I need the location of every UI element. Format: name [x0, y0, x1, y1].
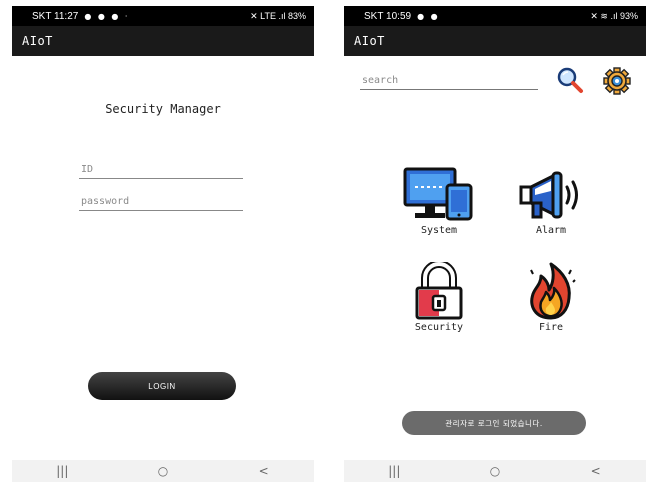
nav-bar: ||| ○ < — [12, 460, 314, 482]
login-content: Security Manager LOGIN — [12, 56, 314, 466]
search-button[interactable] — [556, 66, 584, 94]
app-bar: AIoT — [344, 26, 646, 56]
status-bar: SKT 10:59 ● ● ✕ ≋ .ıl 93% — [344, 6, 646, 26]
main-screen: SKT 10:59 ● ● ✕ ≋ .ıl 93% AIoT search Sy… — [344, 6, 646, 482]
megaphone-icon — [519, 171, 578, 218]
nav-bar: ||| ○ < — [344, 460, 646, 482]
app-title: AIoT — [22, 34, 53, 48]
system-tile[interactable]: System — [394, 156, 484, 246]
recent-apps-button[interactable]: ||| — [42, 464, 82, 478]
gear-icon — [603, 67, 631, 95]
alarm-tile[interactable]: Alarm — [506, 156, 596, 246]
security-label: Security — [414, 321, 464, 333]
login-button[interactable]: LOGIN — [88, 372, 236, 400]
app-title: AIoT — [354, 34, 385, 48]
login-screen: SKT 11:27 ● ● ● · ✕ LTE .ıl 83% AIoT Sec… — [12, 6, 314, 482]
home-button[interactable]: ○ — [143, 464, 183, 478]
security-tile[interactable]: Security — [394, 252, 484, 342]
id-field[interactable] — [79, 161, 243, 179]
back-button[interactable]: < — [244, 464, 284, 478]
search-icon — [557, 67, 583, 93]
search-input[interactable] — [360, 72, 538, 90]
fire-tile[interactable]: Fire — [506, 252, 596, 342]
notification-icons: ● ● — [417, 11, 440, 21]
recent-apps-button[interactable]: ||| — [374, 464, 414, 478]
alarm-label: Alarm — [535, 224, 567, 236]
status-time: SKT 11:27 — [32, 10, 79, 22]
settings-button[interactable] — [602, 66, 632, 96]
login-toast: 관리자로 로그인 되었습니다. — [402, 411, 586, 435]
system-label: System — [420, 224, 458, 236]
page-title: Security Manager — [105, 102, 221, 116]
home-button[interactable]: ○ — [475, 464, 515, 478]
fire-icon — [530, 262, 576, 319]
fire-label: Fire — [538, 321, 564, 333]
system-status: ✕ LTE .ıl 83% — [250, 10, 306, 21]
monitor-phone-icon — [403, 167, 473, 220]
main-content: System Alarm — [344, 56, 646, 466]
app-bar: AIoT — [12, 26, 314, 56]
password-field[interactable] — [79, 193, 243, 211]
status-time: SKT 10:59 — [364, 10, 412, 22]
system-status: ✕ ≋ .ıl 93% — [590, 10, 638, 21]
notification-icons: ● ● ● · — [84, 11, 130, 21]
padlock-icon — [415, 261, 463, 319]
back-button[interactable]: < — [576, 464, 616, 478]
status-bar: SKT 11:27 ● ● ● · ✕ LTE .ıl 83% — [12, 6, 314, 26]
